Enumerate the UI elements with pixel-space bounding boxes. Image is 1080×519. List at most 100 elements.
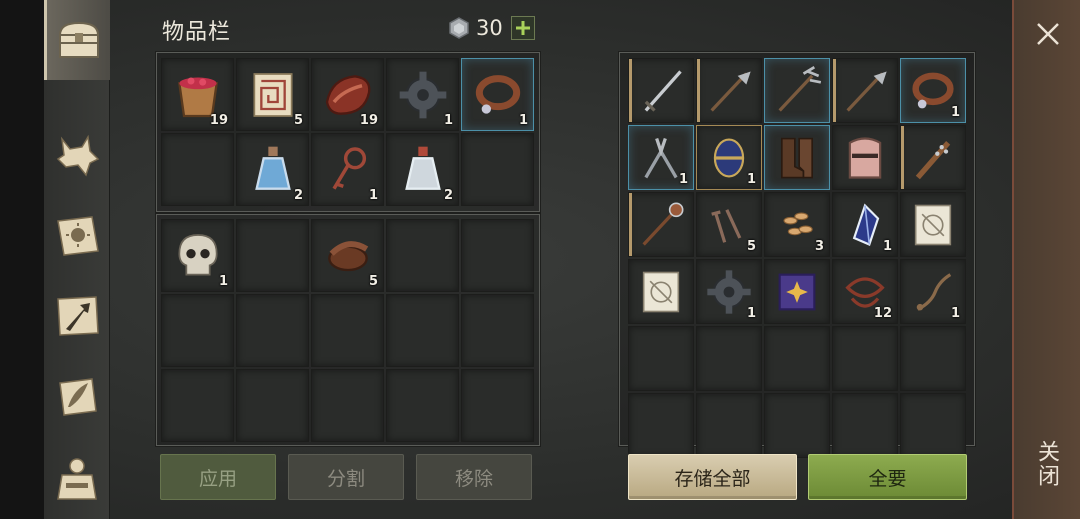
backpack-slot[interactable]: 5 bbox=[236, 58, 309, 131]
storage-slot[interactable] bbox=[900, 125, 966, 190]
close-bar[interactable]: 关闭 bbox=[1012, 0, 1080, 519]
tab-creatures[interactable] bbox=[44, 116, 110, 196]
ornate-key-icon bbox=[331, 146, 366, 190]
storage-slot[interactable] bbox=[832, 393, 898, 458]
currency-amount: 30 bbox=[476, 16, 503, 40]
backpack-slot[interactable]: 1 bbox=[461, 58, 534, 131]
item-quantity: 1 bbox=[518, 113, 528, 128]
storage-grid: 1 1 1 5 3 1 1 12 1 bbox=[628, 58, 966, 458]
close-label: 关闭 bbox=[1034, 440, 1059, 488]
mace-staff-icon bbox=[642, 202, 684, 246]
storage-slot[interactable] bbox=[832, 58, 898, 123]
pocket-slot[interactable] bbox=[461, 219, 534, 292]
inventory-title: 物品栏 bbox=[162, 20, 232, 45]
storage-slot[interactable] bbox=[696, 58, 762, 123]
plus-icon bbox=[515, 21, 530, 35]
backpack-slot[interactable]: 19 bbox=[311, 58, 384, 131]
storage-slot[interactable] bbox=[832, 125, 898, 190]
tab-skills[interactable] bbox=[44, 196, 110, 276]
storage-slot[interactable]: 1 bbox=[696, 259, 762, 324]
tab-character[interactable] bbox=[44, 440, 110, 519]
storage-slot[interactable] bbox=[628, 259, 694, 324]
pocket-slot[interactable] bbox=[461, 369, 534, 442]
gear-icon bbox=[399, 71, 446, 118]
storage-slot[interactable] bbox=[764, 58, 830, 123]
item-quantity: 1 bbox=[218, 274, 228, 289]
storage-slot[interactable]: 1 bbox=[832, 192, 898, 257]
storage-slot[interactable]: 5 bbox=[696, 192, 762, 257]
storage-slot[interactable] bbox=[628, 393, 694, 458]
letterbox bbox=[0, 0, 44, 519]
tab-journal[interactable] bbox=[44, 356, 110, 436]
storage-slot[interactable] bbox=[900, 192, 966, 257]
character-outfit-icon bbox=[57, 458, 97, 500]
leather-collar-icon bbox=[475, 74, 520, 114]
item-quantity: 5 bbox=[368, 274, 378, 289]
backpack-slot[interactable]: 19 bbox=[161, 58, 234, 131]
storage-slot[interactable] bbox=[764, 125, 830, 190]
pocket-slot[interactable] bbox=[236, 294, 309, 367]
maze-scroll-icon bbox=[252, 72, 293, 117]
backpack-slot[interactable]: 2 bbox=[236, 133, 309, 206]
pocket-slot[interactable] bbox=[161, 369, 234, 442]
backpack-slot[interactable]: 2 bbox=[386, 133, 459, 206]
backpack-slot[interactable]: 1 bbox=[311, 133, 384, 206]
storage-slot[interactable] bbox=[628, 58, 694, 123]
pocket-slot[interactable]: 5 bbox=[311, 219, 384, 292]
item-quantity: 1 bbox=[746, 172, 756, 187]
backpack-slot[interactable]: 1 bbox=[386, 58, 459, 131]
storage-slot[interactable]: 1 bbox=[628, 125, 694, 190]
pocket-slot[interactable] bbox=[161, 294, 234, 367]
backpack-slot[interactable] bbox=[461, 133, 534, 206]
item-quantity: 1 bbox=[368, 188, 378, 203]
inventory-screen: 物品栏 30 19 5 19 1 1 2 1 2 15 1 1 1 5 3 1 1 12 1 应用 分割 移除… bbox=[0, 0, 1080, 519]
storage-slot[interactable]: 3 bbox=[764, 192, 830, 257]
item-quantity: 5 bbox=[293, 113, 303, 128]
water-flask-icon bbox=[254, 146, 291, 190]
store-all-button[interactable]: 存储全部 bbox=[628, 454, 797, 500]
storage-slot[interactable] bbox=[628, 326, 694, 391]
item-quantity: 3 bbox=[814, 239, 824, 254]
chest-icon bbox=[58, 21, 99, 58]
storage-slot[interactable] bbox=[696, 393, 762, 458]
halberd-icon bbox=[846, 71, 887, 112]
storage-slot[interactable] bbox=[900, 326, 966, 391]
category-sidebar bbox=[44, 0, 110, 519]
pocket-slot[interactable] bbox=[386, 369, 459, 442]
pocket-slot[interactable] bbox=[311, 369, 384, 442]
pocket-slot[interactable] bbox=[236, 219, 309, 292]
pocket-slot[interactable] bbox=[386, 294, 459, 367]
pocket-slot[interactable] bbox=[236, 369, 309, 442]
pocket-slot[interactable]: 1 bbox=[161, 219, 234, 292]
storage-slot[interactable] bbox=[764, 259, 830, 324]
storage-slot[interactable]: 1 bbox=[900, 259, 966, 324]
tab-crafting[interactable] bbox=[44, 276, 110, 356]
silver-coin-icon bbox=[449, 17, 469, 39]
storage-slot[interactable] bbox=[832, 326, 898, 391]
storage-slot[interactable] bbox=[696, 326, 762, 391]
pocket-slot[interactable] bbox=[461, 294, 534, 367]
spell-book-icon bbox=[778, 273, 816, 310]
pocket-slot[interactable] bbox=[386, 219, 459, 292]
storage-slot[interactable]: 1 bbox=[900, 58, 966, 123]
storage-slot[interactable] bbox=[628, 192, 694, 257]
backpack-slot[interactable] bbox=[161, 133, 234, 206]
buy-currency-button[interactable] bbox=[510, 16, 535, 40]
pocket-grid: 15 bbox=[161, 219, 534, 442]
storage-slot[interactable] bbox=[764, 393, 830, 458]
storage-slot[interactable] bbox=[900, 393, 966, 458]
remove-button[interactable]: 移除 bbox=[416, 454, 532, 500]
feather-scroll-icon bbox=[59, 378, 97, 416]
item-quantity: 1 bbox=[443, 113, 453, 128]
close-icon[interactable] bbox=[1034, 20, 1062, 48]
pocket-slot[interactable] bbox=[311, 294, 384, 367]
storage-slot[interactable]: 1 bbox=[696, 125, 762, 190]
split-button[interactable]: 分割 bbox=[288, 454, 404, 500]
use-button[interactable]: 应用 bbox=[160, 454, 276, 500]
leather-roll-icon bbox=[327, 240, 368, 271]
storage-slot[interactable] bbox=[764, 326, 830, 391]
tab-chest[interactable] bbox=[44, 0, 110, 80]
sword-icon bbox=[644, 69, 682, 112]
storage-slot[interactable]: 12 bbox=[832, 259, 898, 324]
take-all-button[interactable]: 全要 bbox=[808, 454, 967, 500]
